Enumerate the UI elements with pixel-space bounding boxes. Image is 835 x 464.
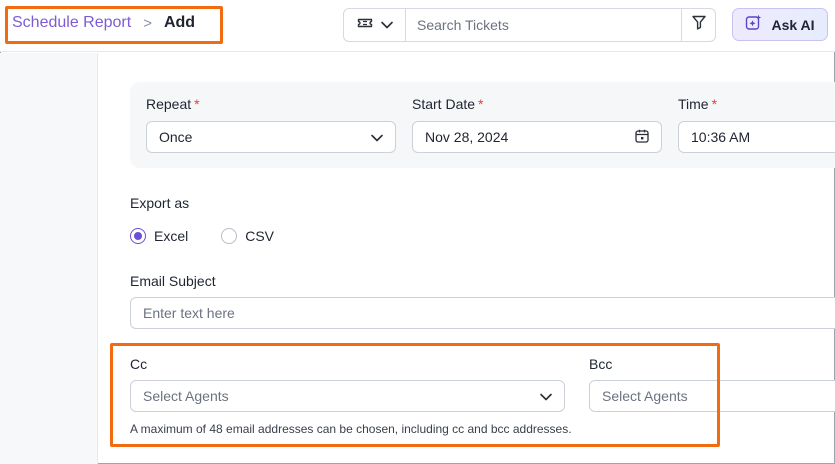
start-date-value: Nov 28, 2024: [425, 129, 509, 145]
breadcrumb-highlight-box: [5, 6, 223, 44]
search-input[interactable]: [406, 9, 681, 41]
time-label: Time *: [678, 96, 717, 112]
start-date-label: Start Date *: [412, 96, 483, 112]
start-date-label-text: Start Date: [412, 96, 476, 112]
cc-bcc-highlight-box: [110, 343, 720, 447]
filter-button[interactable]: [681, 9, 715, 41]
export-format-group: Excel CSV: [130, 228, 307, 244]
required-mark: *: [478, 96, 484, 112]
chevron-down-icon: [371, 129, 383, 145]
left-gutter: [0, 53, 98, 464]
ai-sparkle-icon: [745, 14, 763, 35]
ticket-icon: [357, 16, 373, 35]
export-csv-label[interactable]: CSV: [245, 228, 274, 244]
required-mark: *: [711, 96, 718, 112]
export-as-label: Export as: [130, 195, 190, 211]
repeat-select[interactable]: Once: [146, 121, 396, 153]
repeat-label: Repeat *: [146, 96, 200, 112]
radio-selected-dot: [134, 232, 142, 240]
email-subject-label: Email Subject: [130, 273, 216, 289]
repeat-label-text: Repeat: [146, 96, 192, 112]
start-date-input[interactable]: Nov 28, 2024: [412, 121, 662, 153]
calendar-icon[interactable]: [635, 129, 649, 146]
email-subject-placeholder: Enter text here: [143, 305, 235, 321]
time-label-text: Time: [678, 96, 709, 112]
time-value: 10:36 AM: [691, 129, 751, 145]
ask-ai-button[interactable]: Ask AI: [732, 8, 828, 41]
required-mark: *: [194, 96, 200, 112]
ask-ai-label: Ask AI: [771, 16, 815, 33]
chevron-down-icon: [380, 16, 393, 34]
repeat-select-value: Once: [159, 129, 193, 145]
search-type-dropdown[interactable]: [344, 9, 406, 41]
filter-icon: [691, 15, 706, 35]
email-subject-input[interactable]: Enter text here: [130, 297, 835, 329]
export-excel-radio[interactable]: [130, 228, 146, 244]
top-bar: Schedule Report > Add Search Tickets Ask…: [0, 0, 835, 52]
export-csv-radio[interactable]: [221, 228, 238, 244]
time-input[interactable]: 10:36 AM: [678, 121, 835, 153]
ticket-search-group: [343, 8, 716, 42]
export-excel-label[interactable]: Excel: [154, 228, 188, 244]
